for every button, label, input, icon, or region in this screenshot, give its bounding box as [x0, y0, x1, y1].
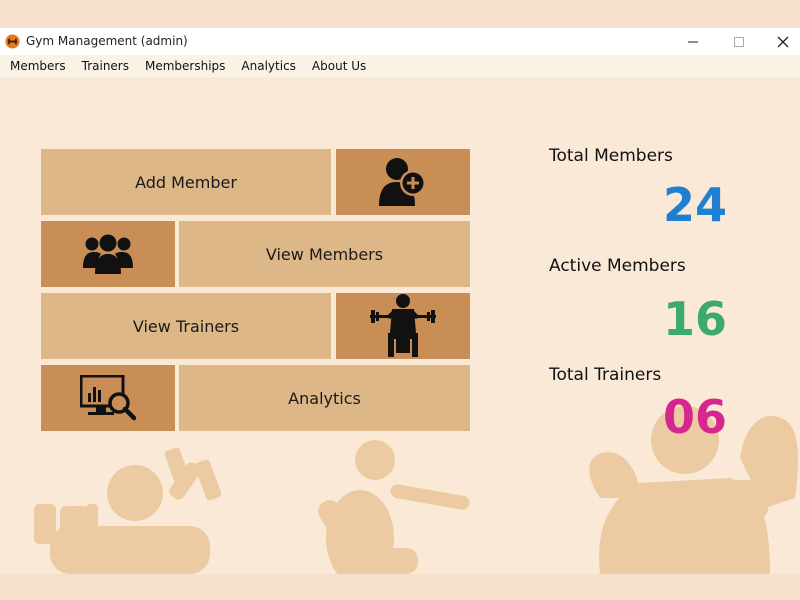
- menu-bar: Members Trainers Memberships Analytics A…: [0, 55, 800, 77]
- analytics-button[interactable]: Analytics: [179, 365, 470, 431]
- active-members-label: Active Members: [549, 256, 686, 276]
- app-dumbbell-icon: [5, 34, 20, 49]
- analytics-label: Analytics: [288, 388, 361, 408]
- analytics-search-icon: [80, 375, 136, 421]
- add-user-icon: [379, 158, 426, 206]
- total-trainers-value: 06: [662, 390, 727, 444]
- view-trainers-icon-button[interactable]: [336, 293, 470, 359]
- title-bar[interactable]: Gym Management (admin): [0, 28, 800, 55]
- active-members-value: 16: [662, 292, 727, 346]
- window-title: Gym Management (admin): [26, 34, 188, 48]
- window-bottom-margin: [0, 574, 800, 600]
- menu-members[interactable]: Members: [0, 55, 74, 77]
- close-icon: [777, 36, 789, 47]
- minimize-button[interactable]: [670, 28, 716, 55]
- view-members-label: View Members: [265, 244, 384, 264]
- dumbbell-lifter-silhouette: [34, 447, 222, 574]
- close-button[interactable]: [760, 28, 800, 55]
- view-members-icon-button[interactable]: [41, 221, 175, 287]
- view-members-button[interactable]: View Members: [179, 221, 470, 287]
- add-member-label: Add Member: [135, 172, 237, 192]
- minimize-icon: [688, 41, 698, 42]
- woman-exercise-silhouette: [318, 440, 470, 574]
- app-window: Gym Management (admin) Members Trainers …: [0, 28, 800, 574]
- view-trainers-label: View Trainers: [132, 316, 240, 336]
- maximize-icon: [734, 36, 744, 47]
- menu-trainers[interactable]: Trainers: [74, 55, 137, 77]
- menu-about-us[interactable]: About Us: [304, 55, 374, 77]
- weightlifter-icon: [370, 294, 436, 357]
- analytics-icon-button[interactable]: [41, 365, 175, 431]
- menu-analytics[interactable]: Analytics: [233, 55, 304, 77]
- total-trainers-label: Total Trainers: [549, 365, 662, 385]
- view-trainers-button[interactable]: View Trainers: [41, 293, 331, 359]
- group-icon: [83, 234, 133, 274]
- add-member-icon-button[interactable]: [336, 149, 470, 215]
- maximize-button[interactable]: [716, 28, 762, 55]
- total-members-value: 24: [662, 178, 727, 232]
- menu-memberships[interactable]: Memberships: [137, 55, 233, 77]
- add-member-button[interactable]: Add Member: [41, 149, 331, 215]
- total-members-label: Total Members: [549, 146, 673, 166]
